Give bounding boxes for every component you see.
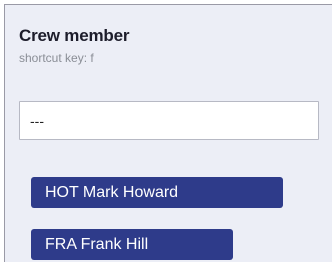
crew-chip-hot-mark-howard[interactable]: HOT Mark Howard (31, 177, 283, 208)
shortcut-hint: shortcut key: f (19, 51, 94, 65)
crew-member-panel: Crew member shortcut key: f HOT Mark How… (4, 4, 332, 262)
crew-member-input[interactable] (19, 101, 319, 140)
crew-chip-fra-frank-hill[interactable]: FRA Frank Hill (31, 229, 233, 260)
field-title: Crew member (19, 26, 130, 45)
